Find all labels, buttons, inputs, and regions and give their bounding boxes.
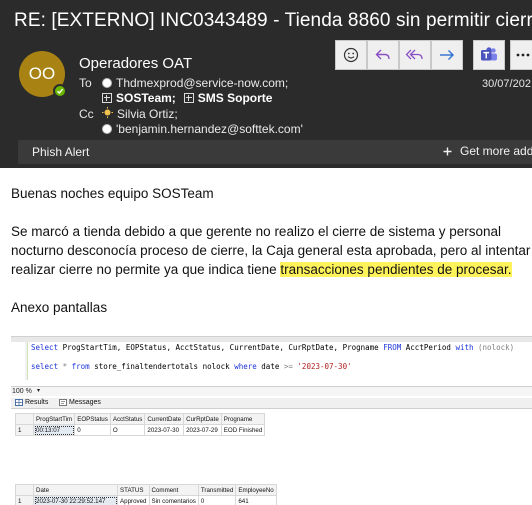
sender-name[interactable]: Operadores OAT xyxy=(79,55,192,72)
table-cell[interactable]: Sin comentarios xyxy=(148,495,199,505)
presence-available-icon xyxy=(53,84,67,98)
cc-recipient-2[interactable]: 'benjamin.hernandez@softtek.com' xyxy=(102,122,303,136)
results-tabs: Results Messages xyxy=(11,398,532,409)
results-grid-2: Date STATUS Comment Transmitted Employee… xyxy=(15,484,277,505)
to-recipient-groups[interactable]: SOSTeam; SMS Soporte xyxy=(102,91,272,105)
column-header[interactable]: EmployeeNo xyxy=(235,484,277,496)
addin-bar: Phish Alert Get more add-ins xyxy=(18,140,532,164)
body-line-3: realizar cierre no permite ya que indica… xyxy=(11,262,512,277)
group-sosteam[interactable]: SOSTeam; xyxy=(116,91,176,105)
tab-messages[interactable]: Messages xyxy=(59,399,101,406)
table-cell[interactable]: 2023-07-30 22:29:52.147 xyxy=(33,495,118,505)
table-cell[interactable]: 00:13:07 xyxy=(32,424,76,436)
reply-all-button[interactable] xyxy=(399,40,431,70)
table-cell[interactable]: Approved xyxy=(117,495,150,505)
reply-all-icon xyxy=(405,49,423,60)
zoom-dropdown-icon[interactable]: ▾ xyxy=(37,387,40,394)
contact-status-icon xyxy=(102,124,112,134)
to-label: To xyxy=(79,76,92,90)
group-sms-soporte[interactable]: SMS Soporte xyxy=(198,91,273,105)
table-row: 1 00:13:07 0 O 2023-07-30 2023-07-29 EOD… xyxy=(15,424,266,436)
emoji-icon xyxy=(343,47,359,63)
column-header[interactable]: Progname xyxy=(220,413,266,425)
more-button[interactable] xyxy=(510,40,532,70)
sql-screenshot: Select ProgStartTim, EOPStatus, AcctStat… xyxy=(11,336,532,505)
table-cell[interactable]: 641 xyxy=(235,495,277,505)
cc-recipient-1[interactable]: Silvia Ortiz; xyxy=(102,107,178,121)
expand-group-icon[interactable] xyxy=(183,93,194,103)
highlighted-text: transacciones pendientes de procesar. xyxy=(280,262,512,277)
get-addins-button[interactable]: Get more add-ins xyxy=(443,144,532,158)
editor-top-strip xyxy=(11,337,532,342)
grid-header-row: Date STATUS Comment Transmitted Employee… xyxy=(15,484,277,496)
teams-icon xyxy=(481,47,497,61)
column-header[interactable]: CurRptDate xyxy=(183,413,222,425)
expand-group-icon[interactable] xyxy=(102,93,112,103)
body-line-2: nocturno desconocía proceso de cierre, l… xyxy=(11,243,531,258)
row-number[interactable]: 1 xyxy=(15,495,34,505)
phish-alert-button[interactable]: Phish Alert xyxy=(32,145,89,159)
table-cell[interactable]: 2023-07-30 xyxy=(144,424,185,436)
column-header[interactable]: STATUS xyxy=(117,484,150,496)
table-cell[interactable]: 0 xyxy=(197,495,237,505)
forward-icon xyxy=(440,50,454,60)
column-header[interactable]: Comment xyxy=(148,484,199,496)
reply-button[interactable] xyxy=(367,40,399,70)
column-header[interactable]: Date xyxy=(33,484,118,496)
table-cell[interactable]: EOD Finished xyxy=(220,424,266,436)
table-cell[interactable]: O xyxy=(109,424,146,436)
action-group xyxy=(335,40,463,70)
editor-change-margin xyxy=(25,342,28,380)
zoom-bar: 100 % ▾ xyxy=(11,386,532,396)
table-cell[interactable]: 0 xyxy=(74,424,111,436)
emoji-button[interactable] xyxy=(335,40,367,70)
tab-results[interactable]: Results xyxy=(15,399,48,406)
sun-status-icon xyxy=(102,107,113,121)
greeting: Buenas noches equipo SOSTeam xyxy=(11,186,214,201)
cc-label: Cc xyxy=(79,107,94,121)
plus-icon xyxy=(443,147,452,155)
more-icon xyxy=(516,53,530,57)
email-date: 30/07/202 xyxy=(482,78,531,90)
email-subject: RE: [EXTERNO] INC0343489 - Tienda 8860 s… xyxy=(14,10,532,31)
column-header[interactable]: AcctStatus xyxy=(109,413,146,425)
results-grid-1: ProgStartTim EOPStatus AcctStatus Curren… xyxy=(15,413,266,436)
messages-icon xyxy=(59,399,67,406)
column-header[interactable]: ProgStartTim xyxy=(32,413,76,425)
row-number[interactable]: 1 xyxy=(15,424,34,436)
column-header[interactable]: EOPStatus xyxy=(74,413,111,425)
table-row: 1 2023-07-30 22:29:52.147 Approved Sin c… xyxy=(15,495,277,505)
sql-line-2: select * from store_finaltendertotals no… xyxy=(31,362,352,371)
to-recipient-1[interactable]: Thdmexprod@service-now.com; xyxy=(102,76,288,90)
reply-icon xyxy=(375,49,390,60)
annex-label: Anexo pantallas xyxy=(11,300,108,315)
column-header[interactable]: CurrentDate xyxy=(144,413,185,425)
zoom-level[interactable]: 100 % xyxy=(12,388,32,395)
teams-button[interactable] xyxy=(473,40,505,70)
email-header: RE: [EXTERNO] INC0343489 - Tienda 8860 s… xyxy=(0,0,532,168)
contact-status-icon xyxy=(102,78,112,88)
grid-icon xyxy=(15,399,23,406)
grid-header-row: ProgStartTim EOPStatus AcctStatus Curren… xyxy=(15,413,266,425)
sql-line-1: Select ProgStartTim, EOPStatus, AcctStat… xyxy=(31,343,515,352)
table-cell[interactable]: 2023-07-29 xyxy=(183,424,222,436)
body-line-1: Se marcó a tienda debido a que gerente n… xyxy=(11,224,502,239)
forward-button[interactable] xyxy=(431,40,463,70)
column-header[interactable]: Transmitted xyxy=(197,484,237,496)
